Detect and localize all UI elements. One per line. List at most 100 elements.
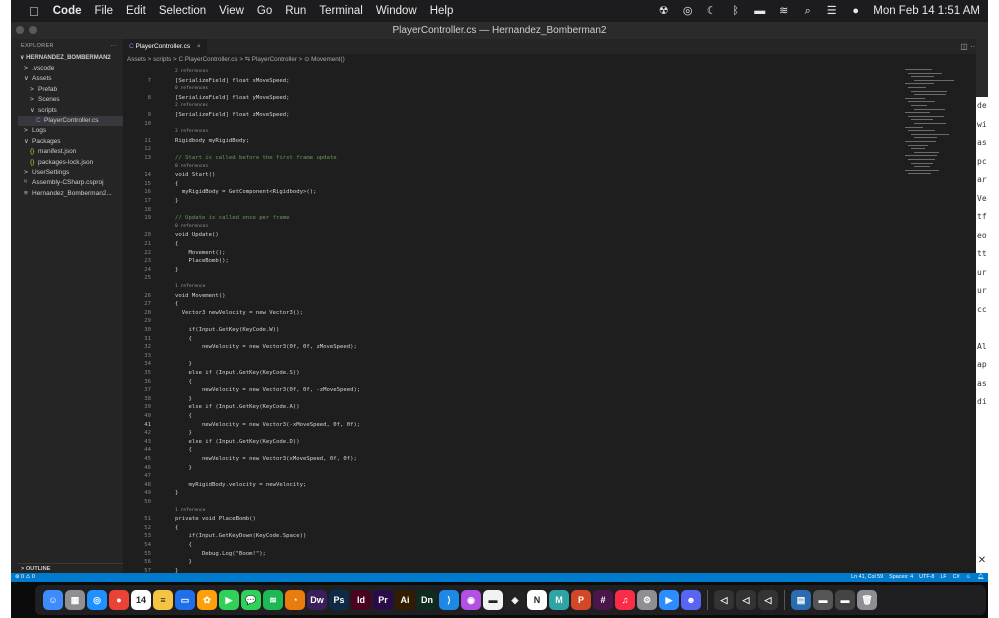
unity-icon-2[interactable]: ◁ <box>736 590 756 610</box>
tree-item[interactable]: > UserSettings <box>18 168 123 178</box>
line-endings[interactable]: LF <box>940 573 946 582</box>
menu-window[interactable]: Window <box>376 5 417 17</box>
menu-go[interactable]: Go <box>257 5 272 17</box>
calendar-icon[interactable]: 14 <box>131 590 151 610</box>
menu-terminal[interactable]: Terminal <box>319 5 362 17</box>
codelens-reference[interactable]: 2 references <box>175 69 208 74</box>
creative-cloud-icon[interactable]: ◎ <box>681 5 694 17</box>
code-line: // Start is called before the first fram… <box>175 155 337 161</box>
minimap[interactable] <box>903 66 975 573</box>
window-thumb-2-icon[interactable]: ▬ <box>835 590 855 610</box>
illustrator-icon[interactable]: Ai <box>395 590 415 610</box>
spotify-icon[interactable]: ≋ <box>263 590 283 610</box>
encoding[interactable]: UTF-8 <box>919 573 934 582</box>
codelens-reference[interactable]: 3 references <box>175 129 208 134</box>
unity-icon-3[interactable]: ◁ <box>758 590 778 610</box>
keynote-icon[interactable]: ▭ <box>175 590 195 610</box>
codelens-reference[interactable]: 0 references <box>175 164 208 169</box>
system-preferences-icon[interactable]: ⚙ <box>637 590 657 610</box>
radiation-icon[interactable]: ☢ <box>657 5 670 17</box>
vscode-icon[interactable]: ⟩ <box>439 590 459 610</box>
photos-icon[interactable]: ✿ <box>197 590 217 610</box>
problems-indicator[interactable]: ⊗ 0 ⚠ 0 <box>15 573 35 582</box>
split-editor-icon[interactable]: ◫ <box>960 42 968 51</box>
trash-icon[interactable]: 🗑 <box>857 590 877 610</box>
maya-icon[interactable]: M <box>549 590 569 610</box>
breadcrumb[interactable]: Assets > scripts > C PlayerController.cs… <box>123 54 988 66</box>
window-thumb-1-icon[interactable]: ▬ <box>813 590 833 610</box>
unity-icon-1[interactable]: ◁ <box>714 590 734 610</box>
finder-icon[interactable]: ☺ <box>43 590 63 610</box>
siri-icon[interactable]: ● <box>849 5 862 17</box>
dreamweaver-icon[interactable]: Dw <box>307 590 327 610</box>
moon-icon[interactable]: ☾ <box>705 5 718 17</box>
music-icon[interactable]: ♫ <box>615 590 635 610</box>
search-icon[interactable]: ⌕ <box>801 5 814 17</box>
indentation[interactable]: Spaces: 4 <box>889 573 913 582</box>
tree-item[interactable]: ≡ Hernandez_Bomberman2... <box>18 189 123 199</box>
language-mode[interactable]: C# <box>953 573 960 582</box>
outline-section[interactable]: > OUTLINE <box>18 563 123 573</box>
tree-item[interactable]: > Logs <box>18 126 123 136</box>
tree-item[interactable]: ᴺ Assembly-CSharp.csproj <box>18 178 123 188</box>
tree-item[interactable]: C PlayerController.cs <box>18 115 123 127</box>
document-icon[interactable]: ▤ <box>791 590 811 610</box>
menu-selection[interactable]: Selection <box>159 5 206 17</box>
podcast-icon[interactable]: ◉ <box>461 590 481 610</box>
tree-item[interactable]: > Scenes <box>18 95 123 105</box>
menu-file[interactable]: File <box>95 5 114 17</box>
code-editor[interactable]: 2 references 7 [SerializeField] float xMov… <box>123 68 903 573</box>
unknown-app-icon[interactable]: ▬ <box>483 590 503 610</box>
facetime-icon[interactable]: ▶ <box>219 590 239 610</box>
codelens-reference[interactable]: 1 reference <box>175 284 205 289</box>
indesign-icon[interactable]: Id <box>351 590 371 610</box>
tree-item[interactable]: ∨ scripts <box>18 106 123 116</box>
minimize-window-icon[interactable] <box>29 26 37 34</box>
menubar-clock[interactable]: Mon Feb 14 1:51 AM <box>873 5 980 17</box>
menu-run[interactable]: Run <box>285 5 306 17</box>
safari-icon[interactable]: ◎ <box>87 590 107 610</box>
tree-item[interactable]: > .vscode <box>18 64 123 74</box>
menu-view[interactable]: View <box>219 5 244 17</box>
zoom-icon[interactable]: ▶ <box>659 590 679 610</box>
notion-icon[interactable]: N <box>527 590 547 610</box>
discord-icon[interactable]: ☻ <box>681 590 701 610</box>
explorer-more-button[interactable]: ··· <box>111 39 118 53</box>
battery-icon[interactable]: ▬ <box>753 5 766 17</box>
dimension-icon[interactable]: Dn <box>417 590 437 610</box>
launchpad-icon[interactable]: ▦ <box>65 590 85 610</box>
control-center-icon[interactable]: ☰ <box>825 5 838 17</box>
blender-icon[interactable]: ◔ <box>285 590 305 610</box>
menu-app-code[interactable]: Code <box>53 5 82 17</box>
premiere-icon[interactable]: Pr <box>373 590 393 610</box>
bluetooth-icon[interactable]: ᛒ <box>729 5 742 17</box>
codelens-reference[interactable]: 0 references <box>175 224 208 229</box>
tab-player-controller[interactable]: C PlayerController.cs × <box>123 39 207 54</box>
slack-icon[interactable]: # <box>593 590 613 610</box>
chrome-icon[interactable]: ● <box>109 590 129 610</box>
close-window-icon[interactable] <box>16 26 24 34</box>
notes-icon[interactable]: ≡ <box>153 590 173 610</box>
menu-edit[interactable]: Edit <box>126 5 146 17</box>
codelens-reference[interactable]: 0 references <box>175 86 208 91</box>
tree-item[interactable]: {} packages-lock.json <box>18 158 123 168</box>
notifications-icon[interactable]: 🔔︎ <box>977 573 984 582</box>
cursor-position[interactable]: Ln 41, Col 59 <box>851 573 883 582</box>
apple-icon[interactable]:  <box>29 4 39 19</box>
tree-item[interactable]: > Prefab <box>18 85 123 95</box>
tree-item[interactable]: {} manifest.json <box>18 147 123 157</box>
unity-hub-icon[interactable]: ◈ <box>505 590 525 610</box>
codelens-reference[interactable]: 2 references <box>175 103 208 108</box>
project-root[interactable]: ∨ HERNANDEZ_BOMBERMAN2 <box>18 53 123 64</box>
codelens-reference[interactable]: 1 reference <box>175 508 205 513</box>
tab-close-icon[interactable]: × <box>197 43 201 50</box>
menu-help[interactable]: Help <box>430 5 454 17</box>
wifi-icon[interactable]: ≋ <box>777 5 790 17</box>
powerpoint-icon[interactable]: P <box>571 590 591 610</box>
background-close-icon[interactable]: ✕ <box>976 555 988 573</box>
tree-item[interactable]: ∨ Assets <box>18 74 123 84</box>
tree-item[interactable]: ∨ Packages <box>18 137 123 147</box>
feedback-icon[interactable]: ☺ <box>966 573 972 582</box>
photoshop-icon[interactable]: Ps <box>329 590 349 610</box>
messages-icon[interactable]: 💬 <box>241 590 261 610</box>
